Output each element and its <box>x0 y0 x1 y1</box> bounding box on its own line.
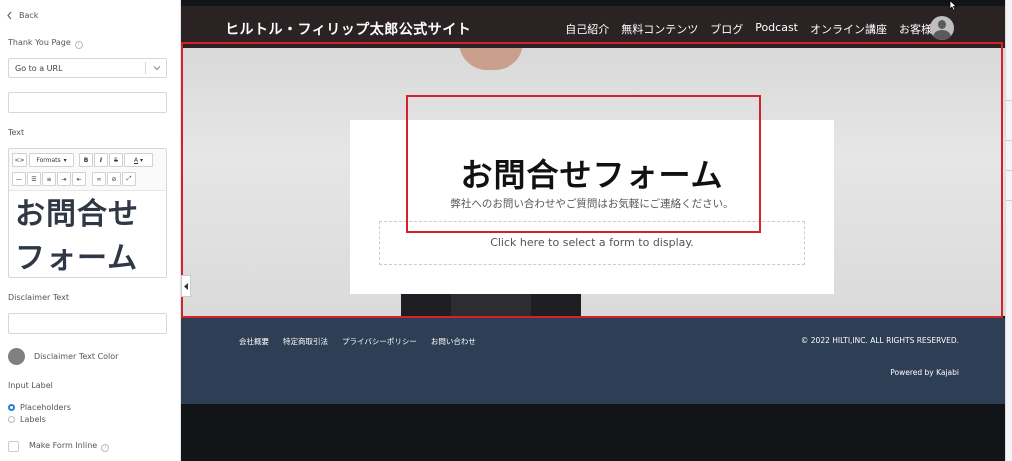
indent-icon[interactable]: ⇥ <box>57 172 71 186</box>
thank-you-page-label: Thank You Page i <box>8 38 83 49</box>
rail-divider <box>1006 200 1012 201</box>
disclaimer-text-label: Disclaimer Text <box>8 293 70 302</box>
inline-form-checkbox[interactable] <box>8 441 19 452</box>
user-avatar-icon[interactable] <box>930 16 954 40</box>
horizontal-rule-button[interactable]: — <box>12 172 26 186</box>
chevron-down-icon <box>153 66 161 71</box>
thank-you-url-input[interactable] <box>8 92 167 113</box>
page-bottom <box>181 404 1005 461</box>
nav-item[interactable]: オンライン講座 <box>810 21 887 37</box>
mouse-cursor-icon <box>949 0 957 11</box>
text-color-icon: A <box>133 156 139 164</box>
unlink-icon[interactable]: ⊘ <box>107 172 121 186</box>
radio-labels[interactable] <box>8 416 15 423</box>
text-color-button[interactable]: A ▾ <box>124 153 153 167</box>
nav-item[interactable]: 自己紹介 <box>565 21 609 37</box>
input-label-heading: Input Label <box>8 381 53 390</box>
disclaimer-color-swatch[interactable] <box>8 348 25 365</box>
back-label: Back <box>19 11 39 20</box>
nav-item[interactable]: ブログ <box>710 21 743 37</box>
right-panel-edge <box>1005 0 1012 461</box>
rich-text-editor[interactable]: <> Formats ▾ B I S A ▾ — ☰ ≡ ⇥ ⇤ ∞ ⊘ ⤢ お問… <box>8 148 167 278</box>
inline-form-text: Make Form Inline <box>29 441 98 450</box>
rail-divider <box>1006 170 1012 171</box>
thank-you-page-text: Thank You Page <box>8 38 71 47</box>
editor-content[interactable]: お問合せフォーム <box>9 191 166 277</box>
footer-link[interactable]: プライバシーポリシー <box>342 336 417 347</box>
disclaimer-color-label: Disclaimer Text Color <box>34 352 119 361</box>
formats-label: Formats <box>36 156 61 164</box>
caret-left-icon <box>183 282 188 290</box>
strikethrough-button[interactable]: S <box>109 153 123 167</box>
powered-by-link[interactable]: Powered by Kajabi <box>890 368 959 377</box>
radio-placeholders-label: Placeholders <box>20 403 71 412</box>
caret-down-icon: ▾ <box>63 156 67 164</box>
radio-placeholders[interactable] <box>8 404 15 411</box>
avatar-head <box>938 20 946 29</box>
site-footer: 会社概要 特定商取引法 プライバシーポリシー お問い合わせ © 2022 HIL… <box>181 318 1005 404</box>
rail-divider <box>1006 100 1012 101</box>
info-icon[interactable]: i <box>101 444 110 452</box>
back-button[interactable]: Back <box>6 11 38 20</box>
site-nav: 自己紹介 無料コンテンツ ブログ Podcast オンライン講座 お客様の声 <box>565 21 954 37</box>
text-label: Text <box>8 128 25 137</box>
copyright-text: © 2022 HILTI,INC. ALL RIGHTS RESERVED. <box>800 336 959 345</box>
bold-button[interactable]: B <box>79 153 93 167</box>
footer-link[interactable]: 特定商取引法 <box>283 336 328 347</box>
source-code-button[interactable]: <> <box>12 153 27 167</box>
page-preview: ヒルトル・フィリップ太郎公式サイト 自己紹介 無料コンテンツ ブログ Podca… <box>181 0 1005 461</box>
radio-labels-label: Labels <box>20 415 46 424</box>
select-divider <box>145 62 146 74</box>
footer-links: 会社概要 特定商取引法 プライバシーポリシー お問い合わせ <box>239 336 476 347</box>
formats-dropdown[interactable]: Formats ▾ <box>29 153 74 167</box>
thank-you-page-select[interactable]: Go to a URL <box>8 58 167 78</box>
bullet-list-icon[interactable]: ☰ <box>27 172 41 186</box>
numbered-list-icon[interactable]: ≡ <box>42 172 56 186</box>
editor-toolbar: <> Formats ▾ B I S A ▾ — ☰ ≡ ⇥ ⇤ ∞ ⊘ ⤢ <box>9 149 166 191</box>
footer-link[interactable]: 会社概要 <box>239 336 269 347</box>
element-highlight-outline <box>406 95 761 233</box>
outdent-icon[interactable]: ⇤ <box>72 172 86 186</box>
select-value: Go to a URL <box>15 64 63 73</box>
inline-form-label: Make Form Inline i <box>29 441 110 452</box>
italic-button[interactable]: I <box>94 153 108 167</box>
rail-divider <box>1006 140 1012 141</box>
avatar-body <box>933 30 951 40</box>
site-title[interactable]: ヒルトル・フィリップ太郎公式サイト <box>225 19 471 39</box>
fullscreen-icon[interactable]: ⤢ <box>122 172 136 186</box>
nav-item[interactable]: Podcast <box>755 21 798 37</box>
app-window: Back Thank You Page i Go to a URL Text <>… <box>0 0 1012 461</box>
info-icon[interactable]: i <box>74 41 83 49</box>
footer-link[interactable]: お問い合わせ <box>431 336 476 347</box>
disclaimer-text-input[interactable] <box>8 313 167 334</box>
settings-sidebar: Back Thank You Page i Go to a URL Text <>… <box>0 0 181 461</box>
chevron-left-icon <box>7 11 12 20</box>
link-icon[interactable]: ∞ <box>92 172 106 186</box>
nav-item[interactable]: 無料コンテンツ <box>621 21 698 37</box>
sidebar-collapse-handle[interactable] <box>181 275 191 297</box>
